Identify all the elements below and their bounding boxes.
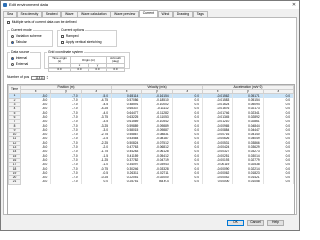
variation-scheme-radio[interactable]: [11, 35, 15, 39]
tabular-radio[interactable]: [11, 41, 15, 45]
mode-option-variation[interactable]: Variation scheme: [11, 34, 42, 39]
title-bar: Edit environment data ✕: [1, 1, 299, 9]
current-tab-panel: Multiple sets of current data can be def…: [3, 17, 297, 215]
azimuth-header: Azimuth (deg): [106, 56, 125, 64]
ok-button[interactable]: OK: [227, 220, 244, 226]
origin-x-cell[interactable]: 0.0: [70, 67, 89, 72]
tab-strip: Sea Sea density Seabed Wave Wave calculation…: [3, 10, 208, 17]
tabular-label: Tabular: [15, 40, 27, 44]
mode-option-tabular[interactable]: Tabular: [11, 40, 27, 45]
ramped-label: Ramped: [65, 34, 79, 38]
table-cell[interactable]: 0.01058: [232, 179, 264, 185]
current-options-group: Current options Ramped Apply vertical st…: [57, 28, 117, 47]
current-options-label: Current options: [60, 28, 86, 33]
table-cell[interactable]: Bd.e-4: [141, 179, 173, 185]
app-icon: [3, 3, 7, 7]
dialog-footer: OK Cancel Help: [1, 216, 299, 230]
number-of-pos-label: Number of pos: [7, 75, 30, 80]
row-header-label: Time: [8, 85, 21, 95]
ramped-checkbox[interactable]: [61, 35, 65, 39]
table-cell[interactable]: 0.00000: [202, 179, 234, 185]
origin-header: Origin (m): [70, 56, 107, 64]
multiple-sets-checkbox-row[interactable]: Multiple sets of current data can be def…: [7, 20, 77, 25]
number-of-pos-input[interactable]: 11411: [31, 75, 46, 81]
vertical-stretching-label: Apply vertical stretching: [65, 40, 102, 44]
origin-y-cell[interactable]: 0.0: [88, 67, 107, 72]
table-cell[interactable]: 0.25751: [111, 179, 143, 185]
data-source-label: Data source: [10, 50, 31, 55]
window-title: Edit environment data: [9, 2, 48, 7]
multiple-sets-label: Multiple sets of current data can be def…: [11, 20, 77, 24]
table-cell[interactable]: 0.0: [81, 179, 112, 185]
internal-label: Internal: [15, 56, 27, 60]
number-of-pos-row: Number of pos 11411 ▲ ▼: [7, 75, 49, 81]
source-option-internal[interactable]: Internal: [11, 56, 27, 61]
row-number: 21: [8, 179, 21, 185]
cancel-button[interactable]: Cancel: [247, 220, 264, 226]
ramped-option[interactable]: Ramped: [61, 34, 79, 39]
table-cell[interactable]: 0.0: [172, 179, 203, 185]
table-cell[interactable]: -5.0: [20, 179, 52, 185]
table-cell[interactable]: -7.0: [50, 179, 82, 185]
grid-coordinate-group: Grid coordinate system Time origin (s) O…: [44, 50, 130, 72]
current-mode-group: Current mode Variation scheme Tabular: [7, 28, 53, 47]
table-row[interactable]: 21 -5.0 -7.0 0.0 0.25751 Bd.e-4 0.0 0.00000 0.01…: [8, 179, 294, 185]
current-data-grid[interactable]: Time Position (m) Velocity (m/s) Acceler…: [7, 84, 295, 215]
grid-coordinate-table: Time origin (s) Origin (m) Azimuth (deg)…: [48, 56, 125, 72]
internal-radio[interactable]: [11, 57, 15, 61]
external-label: External: [15, 62, 29, 66]
time-origin-header: Time origin (s): [48, 56, 71, 64]
grid-coordinate-label: Grid coordinate system: [47, 50, 84, 55]
tab-current[interactable]: Current: [138, 10, 159, 17]
variation-scheme-label: Variation scheme: [15, 34, 42, 38]
spin-arrows-icon[interactable]: ▲ ▼: [46, 76, 49, 80]
vertical-stretching-checkbox[interactable]: [61, 41, 65, 45]
azimuth-cell[interactable]: 0.0: [106, 67, 125, 72]
current-mode-label: Current mode: [10, 28, 33, 33]
help-button[interactable]: Help: [267, 220, 284, 226]
grid-body: 1 -5.0 -7.0 -5.0 0.65114 -0.16154 0.0 -0.01562 0…: [8, 93, 294, 185]
number-of-pos-value: 11411: [35, 75, 44, 80]
edit-environment-dialog: Edit environment data ✕ Sea Sea density Se…: [0, 0, 300, 231]
source-option-external[interactable]: External: [11, 62, 29, 67]
external-radio[interactable]: [11, 63, 15, 67]
data-source-group: Data source Internal External: [7, 50, 41, 69]
table-cell[interactable]: 0.0: [263, 179, 294, 185]
multiple-sets-checkbox[interactable]: [7, 21, 11, 25]
vertical-stretching-option[interactable]: Apply vertical stretching: [61, 40, 102, 45]
time-origin-cell[interactable]: 0.0: [48, 67, 71, 72]
close-icon[interactable]: ✕: [289, 1, 299, 9]
